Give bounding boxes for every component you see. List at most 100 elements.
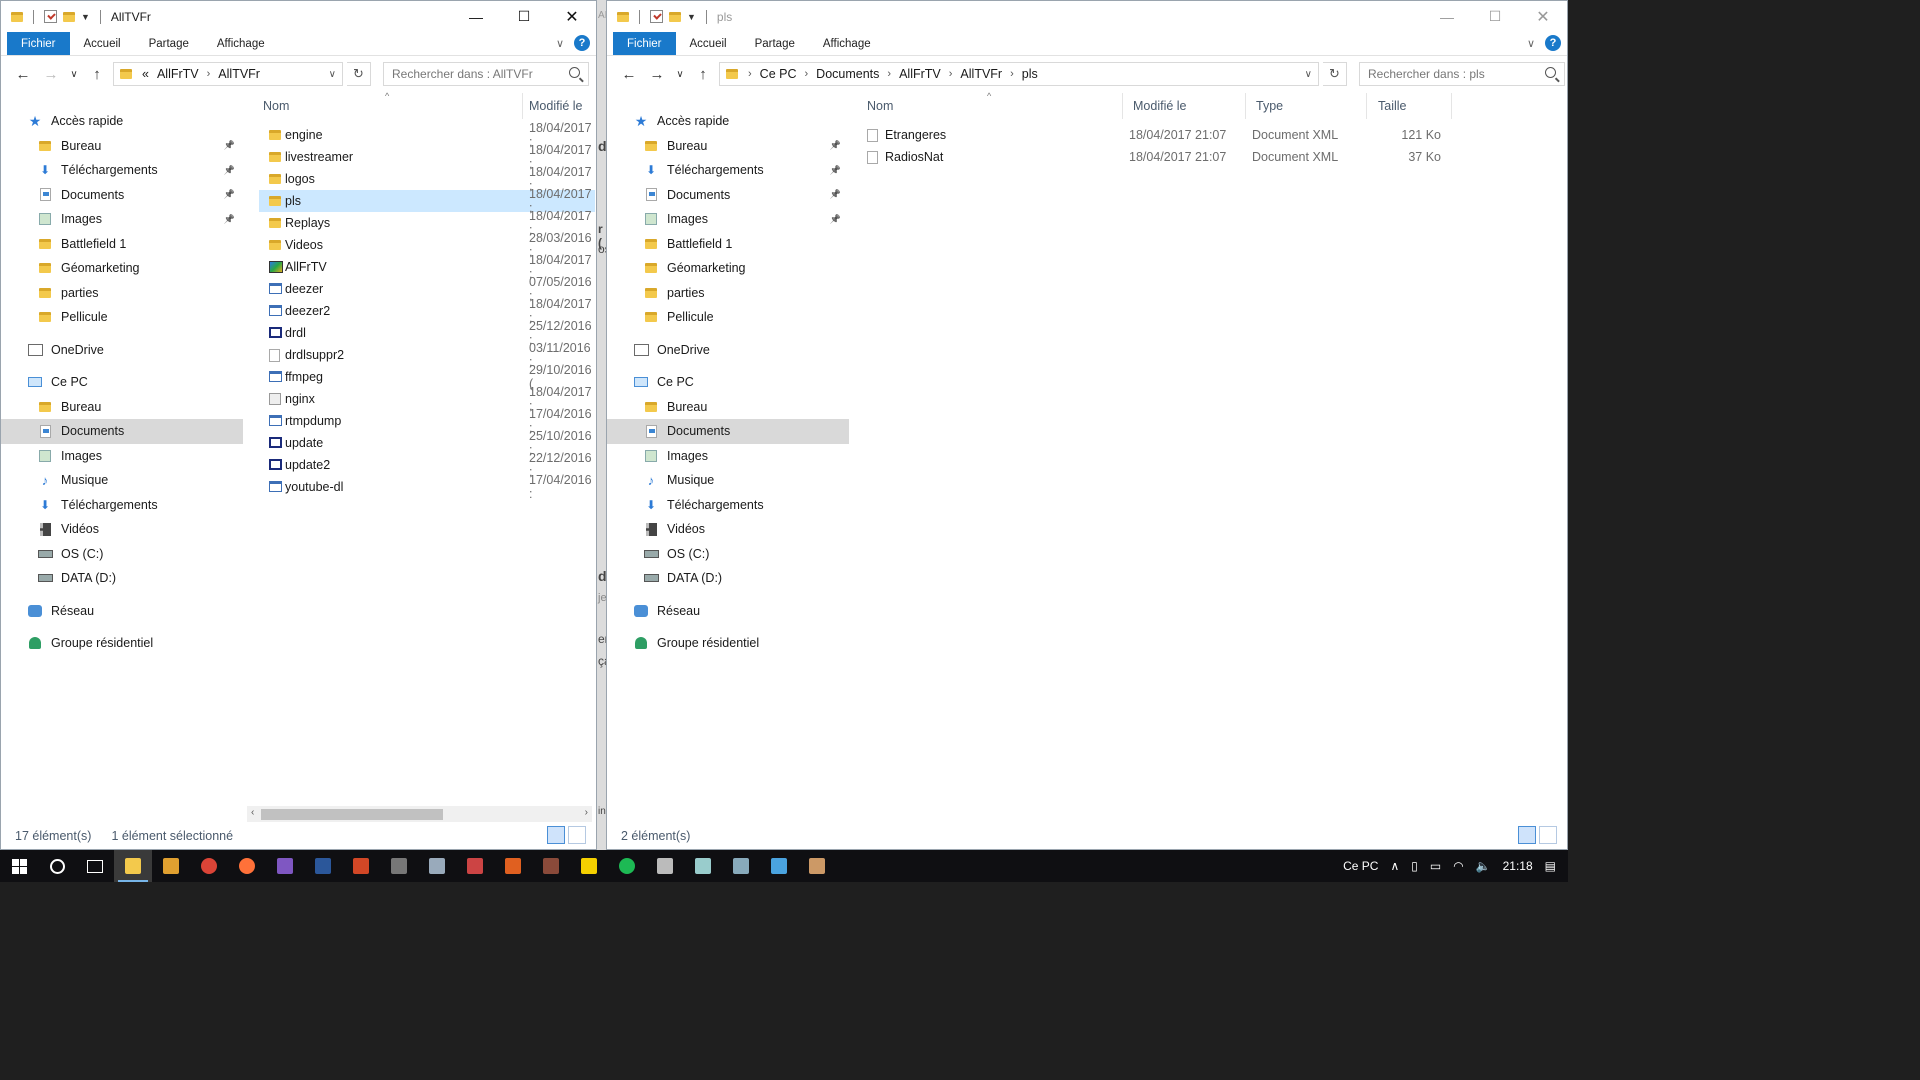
nav-item-pc[interactable]: ♪ Musique — [607, 468, 849, 493]
nav-item-pc[interactable]: Documents — [607, 419, 849, 444]
column-header-name[interactable]: Nom — [861, 93, 893, 119]
properties-icon[interactable] — [650, 10, 663, 23]
close-button[interactable]: ✕ — [548, 1, 596, 32]
calculator-button[interactable] — [380, 850, 418, 882]
nav-item-quick[interactable]: Battlefield 1 — [607, 232, 849, 257]
nav-item-quick[interactable]: ⬇ Téléchargements 📌 — [1, 158, 243, 183]
help-icon[interactable]: ? — [574, 35, 590, 51]
column-header-name[interactable]: Nom — [257, 93, 289, 119]
new-folder-icon[interactable] — [669, 11, 681, 22]
nav-item-quick[interactable]: Bureau 📌 — [607, 134, 849, 159]
nav-item-pc[interactable]: Bureau — [607, 395, 849, 420]
nav-this-pc[interactable]: Ce PC — [1, 370, 243, 395]
nav-item-quick[interactable]: Documents 📌 — [1, 183, 243, 208]
nav-item-pc[interactable]: DATA (D:) — [1, 566, 243, 591]
refresh-icon[interactable]: ↻ — [347, 62, 371, 86]
nav-item-pc[interactable]: OS (C:) — [1, 542, 243, 567]
up-arrow-icon[interactable]: ↑ — [691, 66, 715, 83]
nav-item-quick[interactable]: Pellicule — [607, 305, 849, 330]
nav-item-pc[interactable]: Vidéos — [1, 517, 243, 542]
details-view-button[interactable] — [1518, 826, 1536, 844]
pin-icon[interactable]: 📌 — [224, 189, 235, 200]
refresh-icon[interactable]: ↻ — [1323, 62, 1347, 86]
tab-fichier[interactable]: Fichier — [7, 32, 70, 55]
new-folder-icon[interactable] — [63, 11, 75, 22]
volume-icon[interactable]: 🔈 — [1476, 859, 1491, 873]
nav-onedrive[interactable]: OneDrive — [607, 338, 849, 363]
customize-toolbar-icon[interactable]: ▼ — [687, 12, 696, 22]
scroll-right-arrow-icon[interactable]: › — [585, 807, 588, 818]
address-dropdown-icon[interactable]: ∨ — [1305, 69, 1312, 80]
nav-item-quick[interactable]: Documents 📌 — [607, 183, 849, 208]
tablet-icon[interactable]: ▯ — [1411, 859, 1418, 873]
wifi-icon[interactable]: ◠ — [1453, 859, 1463, 873]
app-button-2[interactable] — [456, 850, 494, 882]
tab-fichier[interactable]: Fichier — [613, 32, 676, 55]
scroll-left-arrow-icon[interactable]: ‹ — [251, 807, 254, 818]
close-button[interactable]: ✕ — [1519, 1, 1567, 32]
app-button-4[interactable] — [532, 850, 570, 882]
nav-item-pc[interactable]: ♪ Musique — [1, 468, 243, 493]
nav-onedrive[interactable]: OneDrive — [1, 338, 243, 363]
large-icons-view-button[interactable] — [1539, 826, 1557, 844]
pin-icon[interactable]: 📌 — [830, 140, 841, 151]
back-arrow-icon[interactable]: ← — [11, 66, 35, 83]
tab-partage[interactable]: Partage — [741, 32, 809, 55]
app-button-9[interactable] — [798, 850, 836, 882]
back-arrow-icon[interactable]: ← — [617, 66, 641, 83]
tray-location-label[interactable]: Ce PC — [1343, 859, 1378, 873]
file-row[interactable]: RadiosNat 18/04/2017 21:07 Document XML 37 … — [849, 146, 1567, 168]
pin-icon[interactable]: 📌 — [830, 189, 841, 200]
pin-icon[interactable]: 📌 — [830, 214, 841, 225]
spotify-button[interactable] — [608, 850, 646, 882]
app-button-17[interactable] — [570, 850, 608, 882]
tab-accueil[interactable]: Accueil — [676, 32, 741, 55]
app-button-5[interactable] — [646, 850, 684, 882]
pin-icon[interactable]: 📌 — [224, 140, 235, 151]
tab-affichage[interactable]: Affichage — [809, 32, 885, 55]
breadcrumb-item[interactable]: Documents — [816, 67, 879, 81]
title-bar[interactable]: ▼ pls — ☐ ✕ — [607, 1, 1567, 32]
scrollbar-thumb[interactable] — [261, 809, 443, 820]
nav-item-quick[interactable]: Géomarketing — [607, 256, 849, 281]
powerpoint-button[interactable] — [342, 850, 380, 882]
nav-network[interactable]: Réseau — [607, 599, 849, 624]
firefox-button[interactable] — [228, 850, 266, 882]
app-button-8[interactable] — [760, 850, 798, 882]
expand-ribbon-icon[interactable]: ∨ — [556, 37, 564, 50]
recent-locations-icon[interactable]: ∨ — [673, 69, 687, 80]
search-input[interactable]: Rechercher dans : AllTVFr — [383, 62, 589, 86]
search-button[interactable] — [38, 850, 76, 882]
breadcrumb-item[interactable]: Ce PC — [760, 67, 797, 81]
nav-item-quick[interactable]: Géomarketing — [1, 256, 243, 281]
breadcrumb-item[interactable]: AllFrTV — [157, 67, 199, 81]
media-player-button[interactable] — [152, 850, 190, 882]
nav-item-pc[interactable]: Documents — [1, 419, 243, 444]
app-button-3[interactable] — [494, 850, 532, 882]
notifications-icon[interactable]: ▤ — [1545, 859, 1556, 873]
file-row[interactable]: Etrangeres 18/04/2017 21:07 Document XML 12… — [849, 124, 1567, 146]
file-explorer-button[interactable] — [114, 850, 152, 882]
breadcrumb-item[interactable]: AllFrTV — [899, 67, 941, 81]
pin-icon[interactable]: 📌 — [224, 214, 235, 225]
maximize-button[interactable]: ☐ — [500, 1, 548, 32]
nav-item-pc[interactable]: ⬇ Téléchargements — [1, 493, 243, 518]
tab-accueil[interactable]: Accueil — [70, 32, 135, 55]
recent-locations-icon[interactable]: ∨ — [67, 69, 81, 80]
app-button-1[interactable] — [418, 850, 456, 882]
nav-quick-access[interactable]: ★ Accès rapide — [1, 109, 243, 134]
details-view-button[interactable] — [547, 826, 565, 844]
word-button[interactable] — [304, 850, 342, 882]
breadcrumb-item[interactable]: AllTVFr — [960, 67, 1002, 81]
nav-network[interactable]: Réseau — [1, 599, 243, 624]
horizontal-scrollbar[interactable]: ‹ › — [247, 806, 592, 822]
breadcrumb-item[interactable]: AllTVFr — [218, 67, 260, 81]
column-header-size[interactable]: Taille — [1372, 93, 1407, 119]
chrome-button[interactable] — [190, 850, 228, 882]
nav-homegroup[interactable]: Groupe résidentiel — [607, 631, 849, 656]
up-arrow-icon[interactable]: ↑ — [85, 66, 109, 83]
nav-homegroup[interactable]: Groupe résidentiel — [1, 631, 243, 656]
start-button[interactable] — [0, 850, 38, 882]
nav-item-quick[interactable]: parties — [1, 281, 243, 306]
nav-item-pc[interactable]: Images — [1, 444, 243, 469]
